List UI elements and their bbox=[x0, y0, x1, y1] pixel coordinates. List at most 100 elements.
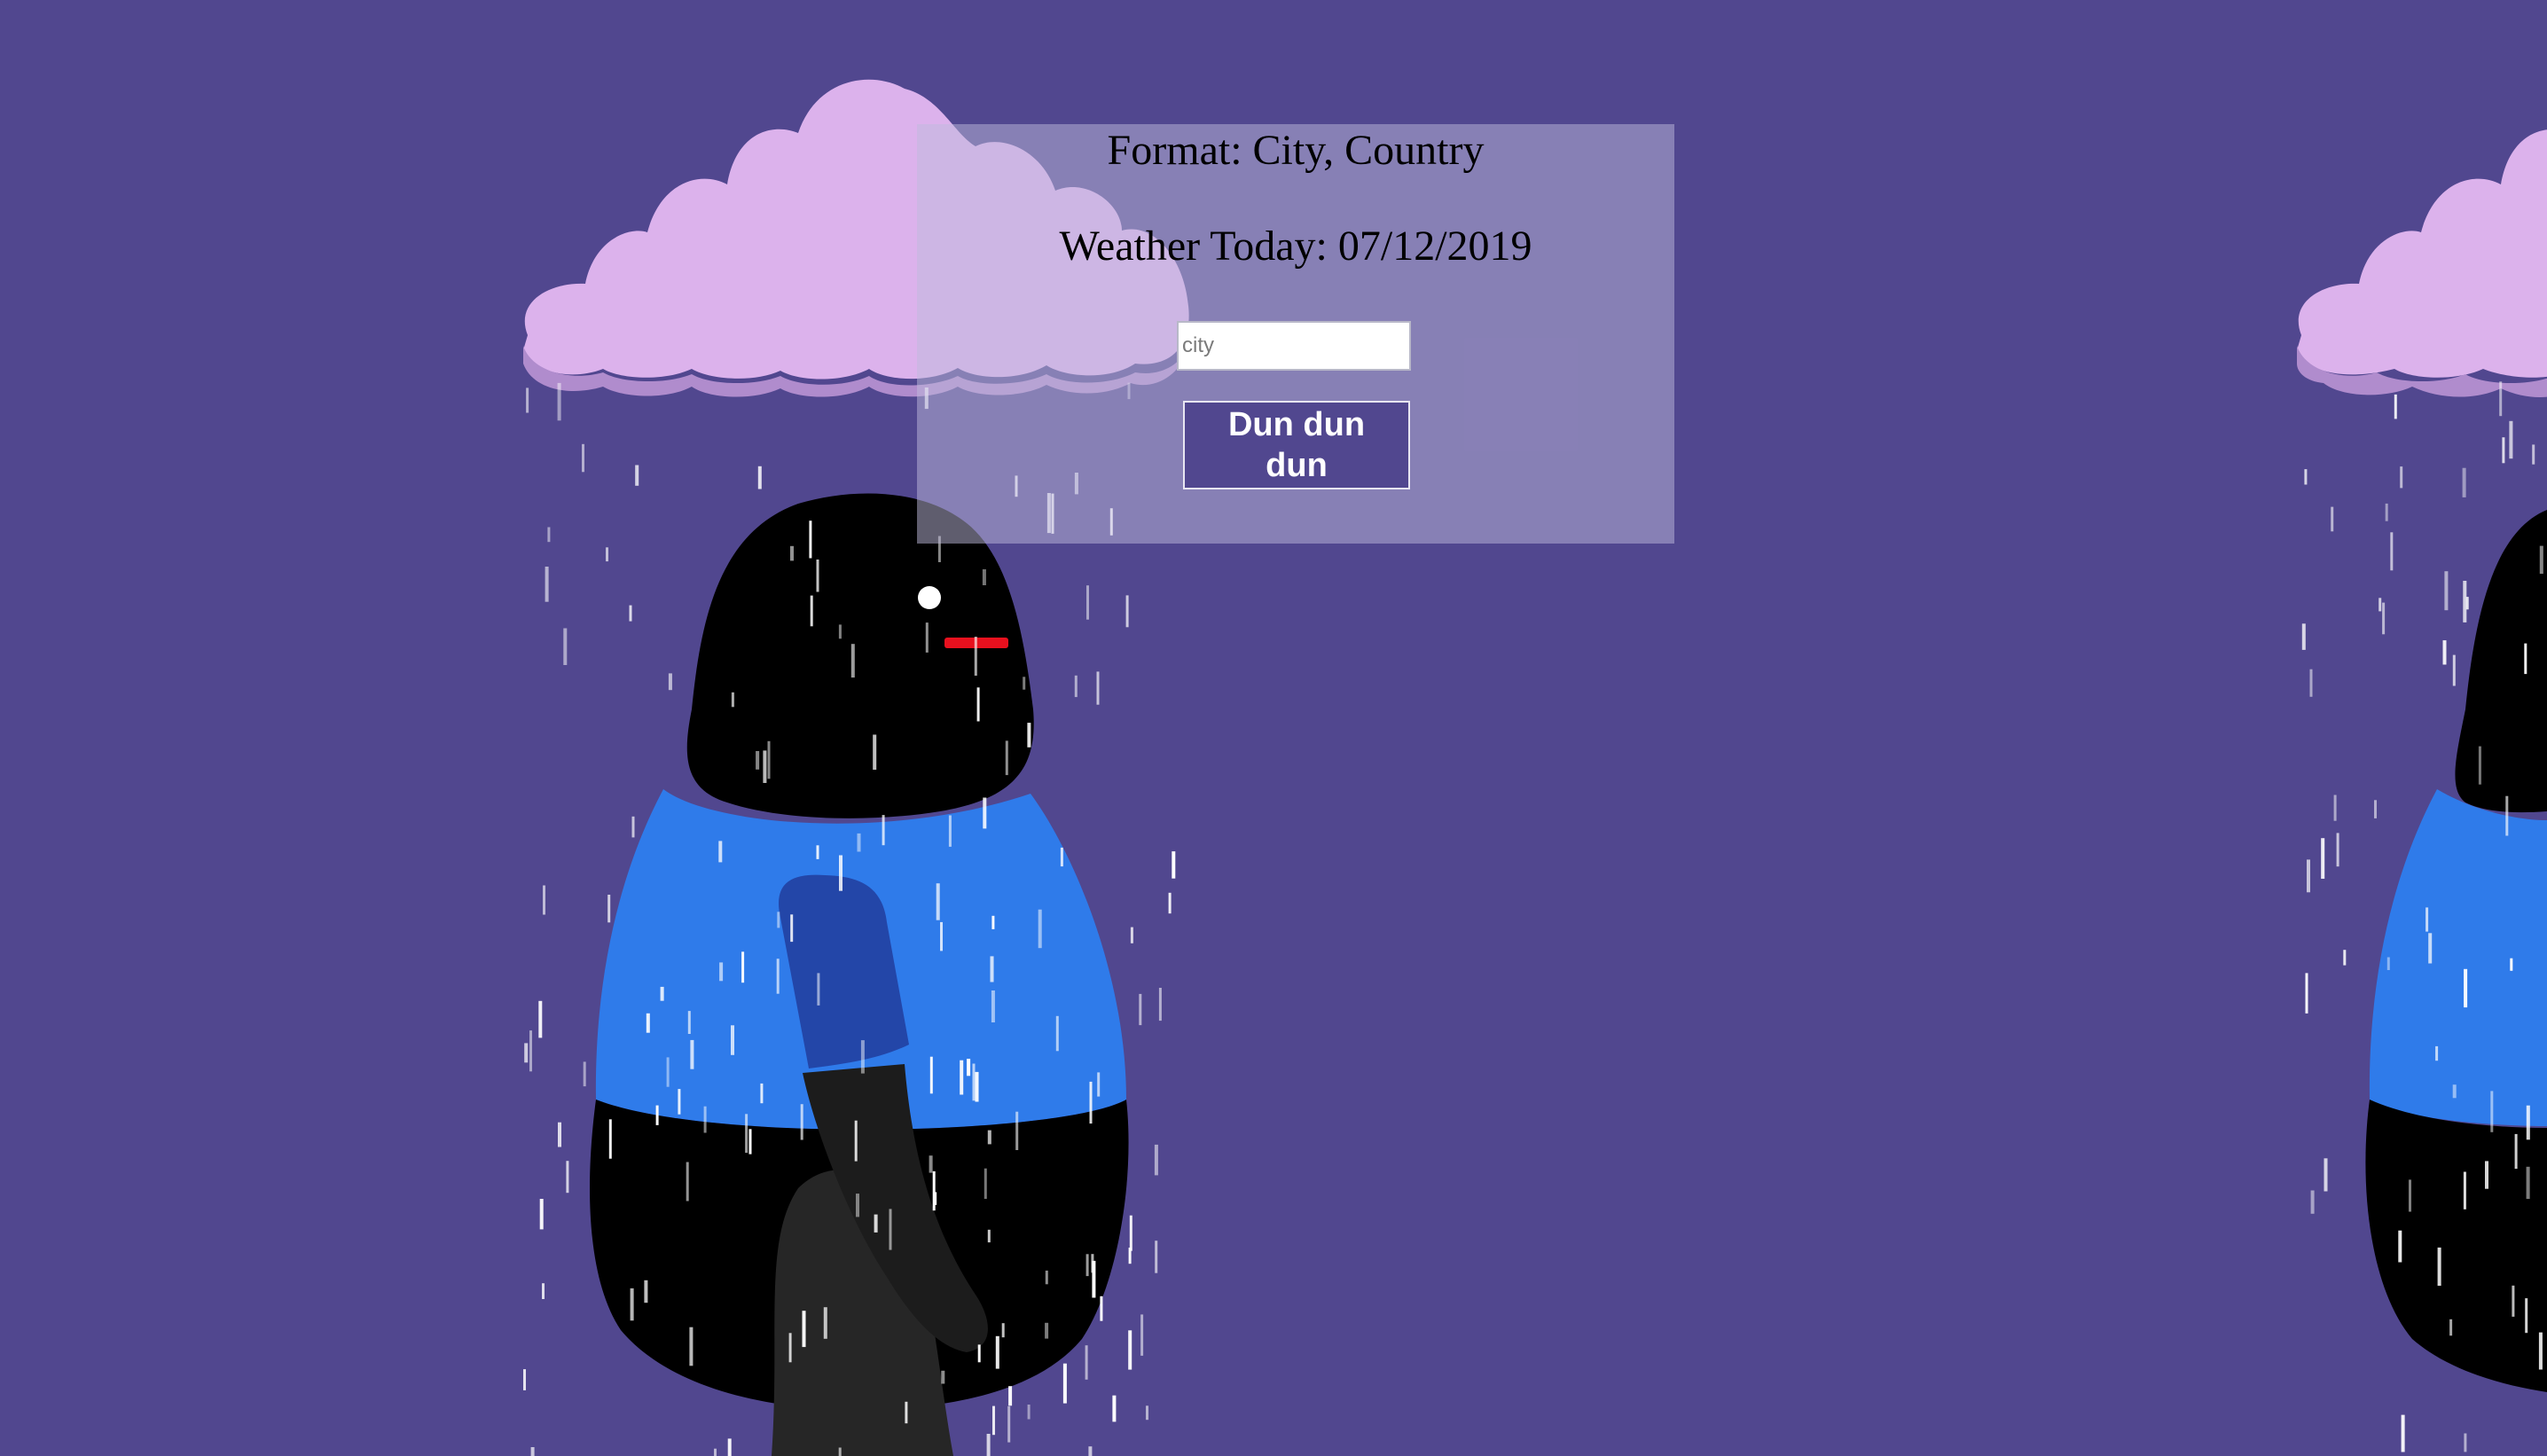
cloud-shape bbox=[2297, 129, 2547, 378]
rain-drop bbox=[2539, 545, 2543, 575]
weather-app-page: Format: City, Country Weather Today: 07/… bbox=[0, 0, 2547, 1456]
rain-drop bbox=[1130, 927, 1133, 943]
character-head bbox=[2455, 510, 2547, 813]
rain-drop bbox=[936, 883, 940, 920]
rain-drop bbox=[790, 545, 794, 561]
rain-drop bbox=[1089, 1081, 1093, 1124]
rain-drop bbox=[666, 1057, 670, 1087]
rain-drop bbox=[2452, 654, 2456, 686]
rain-drop bbox=[987, 1229, 991, 1243]
rain-drop bbox=[2343, 950, 2347, 966]
rain-drop bbox=[538, 1000, 543, 1038]
rain-drop bbox=[756, 751, 760, 770]
rain-drop bbox=[1155, 1241, 1158, 1273]
rain-drop bbox=[686, 1162, 689, 1202]
character-shirt bbox=[2369, 789, 2547, 1126]
rain-drop bbox=[741, 951, 745, 983]
rain-drop bbox=[2465, 597, 2469, 610]
rain-drop bbox=[1005, 740, 1008, 776]
rain-drop bbox=[2464, 968, 2468, 1008]
rain-drop bbox=[1154, 1144, 1158, 1176]
rain-drop bbox=[608, 1119, 612, 1159]
rain-drop bbox=[856, 1194, 859, 1217]
rain-drop bbox=[547, 527, 551, 543]
rain-drop bbox=[757, 466, 762, 489]
rain-drop bbox=[948, 815, 952, 847]
rain-drop bbox=[986, 1434, 991, 1456]
rain-drop bbox=[523, 1369, 526, 1390]
rain-drop bbox=[2374, 800, 2377, 818]
rain-drop bbox=[800, 1104, 803, 1140]
rain-drop bbox=[810, 595, 813, 627]
rain-drop bbox=[748, 1129, 752, 1155]
rain-drop bbox=[776, 959, 780, 994]
rain-drop bbox=[2514, 1133, 2518, 1170]
rain-drop bbox=[524, 1043, 529, 1063]
rain-drop bbox=[860, 1040, 865, 1074]
format-heading: Format: City, Country bbox=[1107, 127, 1485, 174]
rain-drop bbox=[1045, 1322, 1049, 1339]
rain-drop bbox=[745, 1114, 748, 1154]
rain-drop bbox=[646, 1013, 650, 1033]
rain-drop bbox=[2386, 957, 2390, 970]
rain-drop bbox=[1139, 993, 1142, 1026]
rain-drop bbox=[557, 382, 561, 421]
rain-drop bbox=[1146, 1405, 1148, 1421]
rain-drop bbox=[972, 1063, 976, 1101]
rain-drop bbox=[2485, 1161, 2488, 1189]
rain-drop bbox=[2437, 1247, 2441, 1286]
rain-drop bbox=[777, 912, 780, 928]
rain-drop bbox=[2409, 1179, 2411, 1212]
rain-drop bbox=[991, 915, 995, 929]
rain-drop bbox=[2490, 1091, 2494, 1132]
rain-drop bbox=[731, 692, 734, 708]
rain-drop bbox=[974, 637, 977, 676]
rain-drop bbox=[2324, 1158, 2328, 1192]
rain-drop bbox=[2512, 1285, 2515, 1317]
rain-drop bbox=[857, 833, 861, 852]
rain-drop bbox=[1158, 988, 1162, 1022]
rain-cloud-character-right bbox=[2297, 129, 2547, 1392]
rain-drop bbox=[984, 1168, 987, 1199]
character-left bbox=[590, 493, 1129, 1456]
rain-drop bbox=[2464, 1433, 2467, 1452]
rain-drop bbox=[1091, 1254, 1094, 1273]
character-right bbox=[2365, 510, 2547, 1392]
rain-drop bbox=[982, 569, 986, 585]
rain-drop bbox=[1172, 851, 1176, 879]
rain-drop bbox=[790, 914, 794, 943]
rain-drop bbox=[975, 1071, 979, 1102]
rain-drop bbox=[542, 1283, 545, 1299]
weather-today-heading: Weather Today: 07/12/2019 bbox=[1059, 223, 1532, 270]
rain-drop bbox=[582, 443, 584, 473]
rain-drop bbox=[816, 845, 819, 859]
rain-drop bbox=[987, 1130, 991, 1145]
rain-drop bbox=[1001, 1323, 1005, 1338]
rain-drop bbox=[882, 815, 885, 846]
rain-drop bbox=[583, 1061, 586, 1087]
rain-drop bbox=[967, 1059, 971, 1076]
rain-drop bbox=[687, 1011, 691, 1034]
rain-drop bbox=[529, 1030, 532, 1072]
rain-drop bbox=[1086, 585, 1089, 620]
rain-drop bbox=[714, 1448, 717, 1456]
rain-drop bbox=[816, 560, 819, 592]
rain-drop bbox=[763, 750, 767, 783]
rain-drop bbox=[2333, 795, 2337, 821]
rain-drop bbox=[690, 1039, 694, 1069]
rain-drop bbox=[2400, 466, 2403, 489]
rain-drop bbox=[660, 986, 664, 1001]
submit-button[interactable]: Dun dun dun bbox=[1183, 401, 1410, 489]
rain-drop bbox=[1074, 675, 1078, 698]
rain-drop bbox=[1060, 847, 1063, 867]
city-input[interactable] bbox=[1177, 321, 1411, 371]
rain-drop bbox=[991, 990, 995, 1022]
rain-drop bbox=[817, 973, 820, 1006]
rain-drop bbox=[1038, 909, 1042, 949]
rain-drop bbox=[655, 1105, 659, 1125]
rain-drop bbox=[2462, 467, 2466, 497]
rain-drop bbox=[2305, 973, 2308, 1014]
rain-drop bbox=[2509, 420, 2513, 459]
rain-drop bbox=[2538, 1332, 2543, 1370]
rain-drop bbox=[644, 1280, 648, 1303]
